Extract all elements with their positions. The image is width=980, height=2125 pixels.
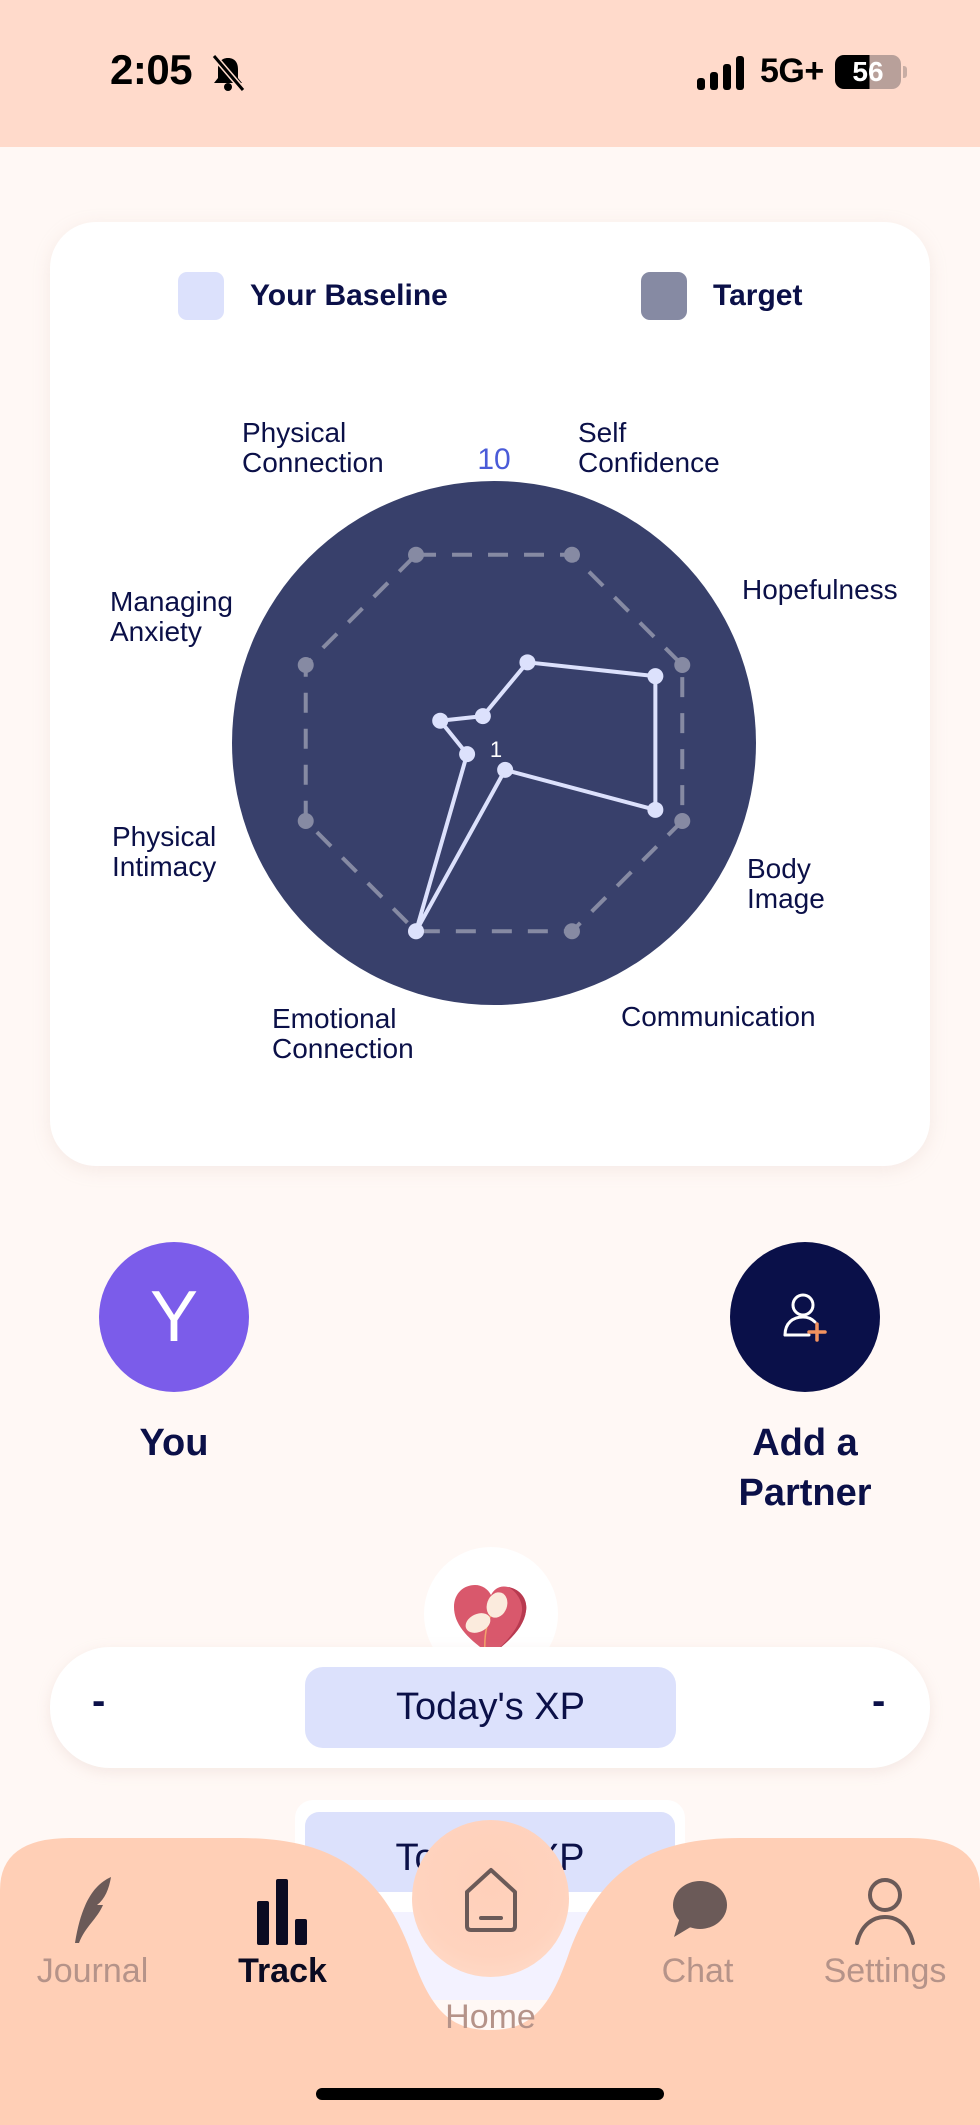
- nav-label: Settings: [823, 1952, 947, 1990]
- person-icon: [855, 1878, 915, 1945]
- axis-label-line: Managing: [110, 586, 233, 617]
- status-bar: 2:05 5G+ 56: [0, 0, 980, 147]
- avatar-you[interactable]: Y: [99, 1242, 249, 1392]
- add-user-icon: [783, 1293, 827, 1342]
- nav-settings[interactable]: Settings: [810, 1875, 960, 1991]
- battery-nub: [903, 66, 907, 78]
- baseline-point-physical-connection: [474, 708, 491, 725]
- quill-icon: [74, 1877, 111, 1943]
- axis-label-self-confidence: Self Confidence: [578, 418, 720, 478]
- you-label: You: [139, 1422, 209, 1464]
- axis-label-line: Anxiety: [110, 616, 202, 647]
- baseline-point-body-image: [647, 801, 664, 818]
- todays-xp-button[interactable]: Today's XP: [305, 1667, 676, 1748]
- axis-label-body-image: Body Image: [747, 854, 825, 914]
- target-point-self-confidence: [563, 546, 580, 563]
- add-partner-button[interactable]: [730, 1242, 880, 1392]
- target-point-physical-intimacy: [297, 812, 314, 829]
- battery-icon: 56: [835, 55, 901, 89]
- axis-label-line: Intimacy: [112, 851, 217, 882]
- battery-level: 56: [852, 56, 884, 87]
- axis-label-communication: Communication: [621, 1002, 816, 1032]
- nav-label: Track: [238, 1952, 327, 1990]
- nav-label: Chat: [661, 1952, 734, 1990]
- baseline-point-hopefulness: [647, 668, 664, 685]
- baseline-point-managing-anxiety: [432, 712, 449, 729]
- axis-label-line: Self: [578, 417, 627, 448]
- target-point-hopefulness: [674, 657, 691, 674]
- axis-label-line: Connection: [272, 1033, 414, 1064]
- baseline-point-physical-intimacy: [459, 746, 476, 763]
- target-point-communication: [563, 923, 580, 940]
- xp-left-value: -: [92, 1679, 106, 1723]
- xp-right-value: -: [872, 1679, 886, 1723]
- nav-track[interactable]: Track: [210, 1875, 355, 1991]
- add-partner-label-line: Add a: [752, 1422, 858, 1464]
- radar-tick-min: 1: [490, 737, 502, 762]
- target-point-managing-anxiety: [297, 657, 314, 674]
- axis-label-physical-intimacy: Physical Intimacy: [112, 822, 216, 882]
- axis-label-physical-connection: Physical Connection: [242, 418, 384, 478]
- nav-chat[interactable]: Chat: [625, 1875, 770, 1991]
- axis-label-line: Confidence: [578, 447, 720, 478]
- bell-slash-icon: [211, 54, 246, 92]
- nav-label: Journal: [36, 1952, 149, 1990]
- bar-chart-icon: [256, 1879, 307, 1945]
- nav-label: Home: [445, 1998, 536, 2036]
- nav-journal[interactable]: Journal: [20, 1875, 165, 1991]
- nav-home-label[interactable]: Home: [418, 1998, 563, 2037]
- baseline-point-emotional-connection: [408, 923, 425, 940]
- axis-label-line: Connection: [242, 447, 384, 478]
- axis-label-emotional-connection: Emotional Connection: [272, 1004, 414, 1064]
- axis-label-line: Emotional: [272, 1003, 397, 1034]
- status-time: 2:05: [110, 46, 193, 93]
- radar-tick-max: 10: [477, 443, 510, 476]
- target-point-body-image: [674, 812, 691, 829]
- axis-label-line: Image: [747, 883, 825, 914]
- axis-label-line: Physical: [112, 821, 217, 852]
- add-partner-label[interactable]: Add a Partner: [690, 1418, 920, 1518]
- axis-label-line: Body: [747, 853, 811, 884]
- axis-label-hopefulness: Hopefulness: [742, 575, 898, 605]
- baseline-point-self-confidence: [519, 654, 536, 671]
- axis-label-line: Hopefulness: [742, 574, 898, 605]
- xp-bar: - Today's XP -: [50, 1647, 930, 1768]
- network-type: 5G+: [760, 52, 824, 90]
- chat-bubble-icon: [672, 1881, 727, 1937]
- add-partner-label-line: Partner: [738, 1472, 872, 1514]
- radar-chart-card: Your Baseline Target 10 1 Physical Connec…: [50, 222, 930, 1166]
- home-button[interactable]: [412, 1820, 569, 1977]
- home-indicator: [316, 2088, 664, 2100]
- axis-label-managing-anxiety: Managing Anxiety: [110, 587, 233, 647]
- baseline-point-communication: [497, 761, 514, 778]
- target-point-physical-connection: [408, 546, 425, 563]
- axis-label-line: Communication: [621, 1001, 816, 1032]
- cellular-signal-icon: [697, 56, 744, 90]
- axis-label-line: Physical: [242, 417, 347, 448]
- home-icon: [464, 1867, 517, 1932]
- avatar-initial: Y: [149, 1277, 199, 1357]
